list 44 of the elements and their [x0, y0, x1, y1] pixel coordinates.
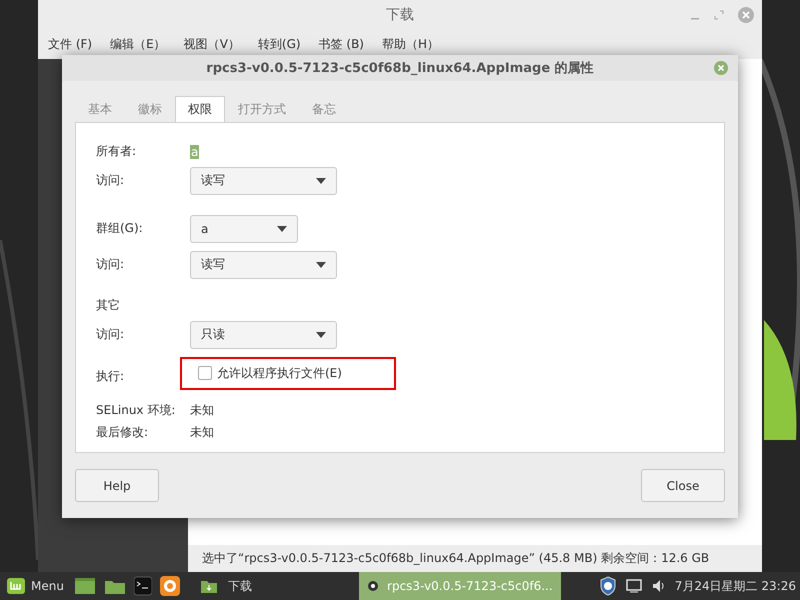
tab[interactable]: 权限	[175, 96, 225, 122]
menu-item[interactable]: 转到(G)	[258, 36, 301, 53]
checkbox[interactable]	[198, 366, 212, 380]
field-label: SELinux 环境:	[96, 402, 176, 420]
dropdown[interactable]: 读写	[190, 166, 337, 195]
terminal-icon[interactable]	[134, 576, 152, 596]
download-folder-icon	[200, 578, 218, 594]
field-label: 最后修改:	[96, 424, 150, 442]
section-label: 其它	[96, 297, 120, 314]
dialog-button[interactable]: Help	[75, 469, 159, 502]
menu-button[interactable]: Menu	[0, 577, 70, 595]
field-label: 执行:	[96, 368, 126, 385]
field-value: 未知	[190, 402, 214, 420]
checkbox-label[interactable]: 允许以程序执行文件(E)	[217, 364, 342, 382]
menu-item[interactable]: 帮助（H）	[382, 36, 440, 53]
field-label: 群组(G):	[96, 220, 144, 238]
dropdown[interactable]: 读写	[190, 250, 337, 279]
dialog-title: rpcs3-v0.0.5-7123-c5c0f68b_linux64.AppImage 的属性	[206, 60, 594, 77]
browser-icon[interactable]	[160, 576, 180, 596]
display-icon[interactable]	[624, 578, 643, 594]
field-label: 所有者:	[96, 143, 138, 160]
shield-icon[interactable]	[598, 576, 617, 596]
caret-icon	[316, 262, 326, 268]
caret-icon	[316, 332, 326, 338]
menu-item[interactable]: 视图（V）	[184, 36, 240, 53]
field-value: 未知	[190, 424, 214, 442]
caret-icon	[316, 178, 326, 184]
menu-item[interactable]: 文件 (F)	[48, 36, 92, 53]
field-label: 访问:	[96, 256, 126, 274]
field-label: 访问:	[96, 172, 126, 190]
menu-item[interactable]: 编辑（E）	[110, 36, 166, 53]
menu-item[interactable]: 书签 (B)	[318, 36, 364, 53]
dropdown[interactable]: a	[190, 214, 298, 243]
caret-icon	[277, 226, 287, 232]
status-bar: 选中了“rpcs3-v0.0.5-7123-c5c0f68b_linux64.AppImage” (45.8 MB) 剩余空间：12.6 GB	[188, 545, 762, 572]
clock[interactable]: 7月24日星期二 23:26	[674, 578, 796, 594]
window-title: 下载	[386, 6, 414, 24]
desktop-icon[interactable]	[74, 576, 96, 596]
logo	[6, 577, 26, 595]
dropdown[interactable]: 只读	[190, 320, 337, 349]
field-value: a	[190, 144, 200, 159]
field-label: 访问:	[96, 326, 126, 344]
taskbar-item[interactable]: 下载	[200, 578, 252, 594]
dialog-button[interactable]: Close	[641, 469, 725, 502]
